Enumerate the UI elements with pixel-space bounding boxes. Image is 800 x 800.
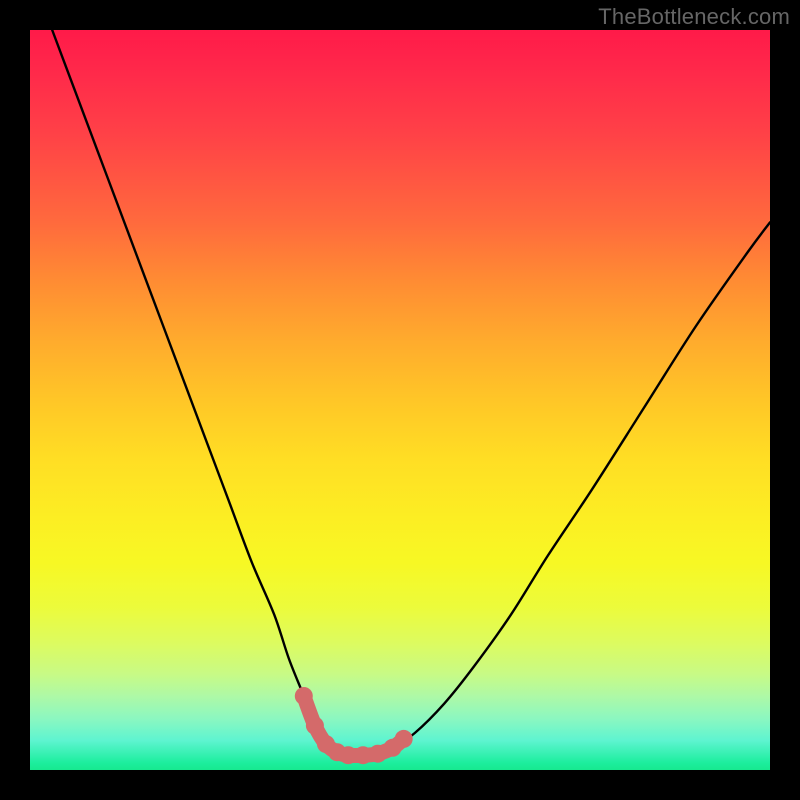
- flat-bottom-marker: [395, 730, 413, 748]
- bottleneck-curve: [52, 30, 770, 755]
- flat-bottom-markers: [295, 687, 413, 764]
- flat-bottom-marker: [306, 717, 324, 735]
- chart-frame: TheBottleneck.com: [0, 0, 800, 800]
- flat-bottom-marker: [295, 687, 313, 705]
- watermark-text: TheBottleneck.com: [598, 4, 790, 30]
- chart-svg: [30, 30, 770, 770]
- plot-area: [30, 30, 770, 770]
